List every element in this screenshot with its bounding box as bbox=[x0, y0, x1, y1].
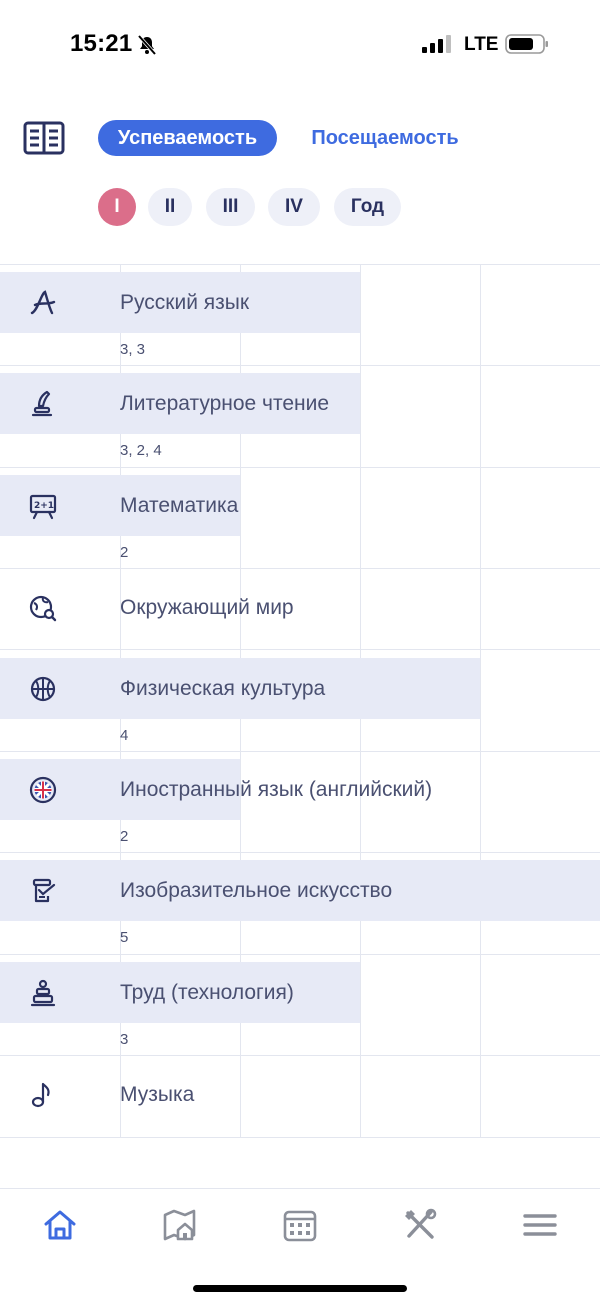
quarter-chip-year[interactable]: Год bbox=[334, 188, 401, 226]
school-map-icon[interactable] bbox=[161, 1206, 199, 1244]
home-icon[interactable] bbox=[41, 1206, 79, 1244]
subject-name: Окружающий мир bbox=[120, 596, 294, 619]
subject-name: Изобразительное искусство bbox=[120, 879, 393, 902]
signal-icon bbox=[422, 35, 451, 53]
subject-grades[interactable]: 2 bbox=[120, 828, 128, 845]
quarter-chip-1[interactable]: I bbox=[98, 188, 136, 226]
crafts-icon bbox=[30, 979, 56, 1007]
uk-flag-icon bbox=[29, 776, 57, 804]
subject-row-music[interactable]: Музыка bbox=[0, 1056, 600, 1138]
subject-name: Русский язык bbox=[120, 291, 250, 314]
tab-performance[interactable]: Успеваемость bbox=[98, 120, 277, 156]
basketball-icon bbox=[30, 676, 56, 702]
subject-row-english[interactable]: Иностранный язык (английский) 2 bbox=[0, 752, 600, 853]
subject-grades[interactable]: 2 bbox=[120, 544, 128, 561]
subject-row-literature[interactable]: Литературное чтение 3, 2, 4 bbox=[0, 366, 600, 468]
quarter-chip-4[interactable]: IV bbox=[268, 188, 320, 226]
status-bar: 15:21 LTE bbox=[0, 0, 600, 90]
subject-name: Литературное чтение bbox=[120, 392, 330, 415]
globe-search-icon bbox=[29, 595, 57, 622]
subject-name: Физическая культура bbox=[120, 677, 326, 700]
menu-icon[interactable] bbox=[521, 1206, 559, 1244]
network-label: LTE bbox=[464, 34, 499, 55]
subject-row-world[interactable]: Окружающий мир bbox=[0, 569, 600, 650]
grades-table: Русский язык 3, 3 Литературное чтение 3,… bbox=[0, 264, 600, 1138]
subject-name: Труд (технология) bbox=[120, 981, 294, 1004]
tab-attendance[interactable]: Посещаемость bbox=[300, 120, 470, 156]
home-indicator bbox=[193, 1285, 407, 1292]
subject-row-russian[interactable]: Русский язык 3, 3 bbox=[0, 265, 600, 366]
quarter-chip-3[interactable]: III bbox=[206, 188, 255, 226]
subject-grades[interactable]: 3, 3 bbox=[120, 341, 145, 358]
subject-row-crafts[interactable]: Труд (технология) 3 bbox=[0, 955, 600, 1056]
subject-name: Иностранный язык (английский) bbox=[120, 778, 433, 801]
calendar-icon[interactable] bbox=[281, 1206, 319, 1244]
math-board-icon: 2+1 bbox=[29, 494, 57, 520]
subject-grades[interactable]: 3 bbox=[120, 1031, 128, 1048]
subject-row-art[interactable]: Изобразительное искусство 5 bbox=[0, 853, 600, 955]
art-easel-icon bbox=[32, 878, 56, 903]
battery-icon bbox=[505, 34, 548, 54]
quarter-chip-2[interactable]: II bbox=[148, 188, 192, 226]
letter-a-icon bbox=[30, 290, 56, 315]
subject-name: Музыка bbox=[120, 1083, 195, 1106]
subject-grades[interactable]: 3, 2, 4 bbox=[120, 442, 162, 459]
music-note-icon bbox=[31, 1082, 50, 1108]
bell-muted-icon bbox=[137, 34, 157, 56]
svg-text:2+1: 2+1 bbox=[34, 501, 54, 511]
subject-name: Математика bbox=[120, 494, 239, 517]
quill-pen-icon bbox=[31, 390, 53, 417]
tools-icon[interactable] bbox=[401, 1206, 439, 1244]
subject-grades[interactable]: 4 bbox=[120, 727, 128, 744]
diary-book-icon[interactable] bbox=[22, 118, 66, 158]
subject-row-math[interactable]: 2+1 Математика 2 bbox=[0, 468, 600, 569]
status-time: 15:21 bbox=[70, 30, 133, 57]
subject-row-pe[interactable]: Физическая культура 4 bbox=[0, 650, 600, 752]
subject-grades[interactable]: 5 bbox=[120, 929, 128, 946]
